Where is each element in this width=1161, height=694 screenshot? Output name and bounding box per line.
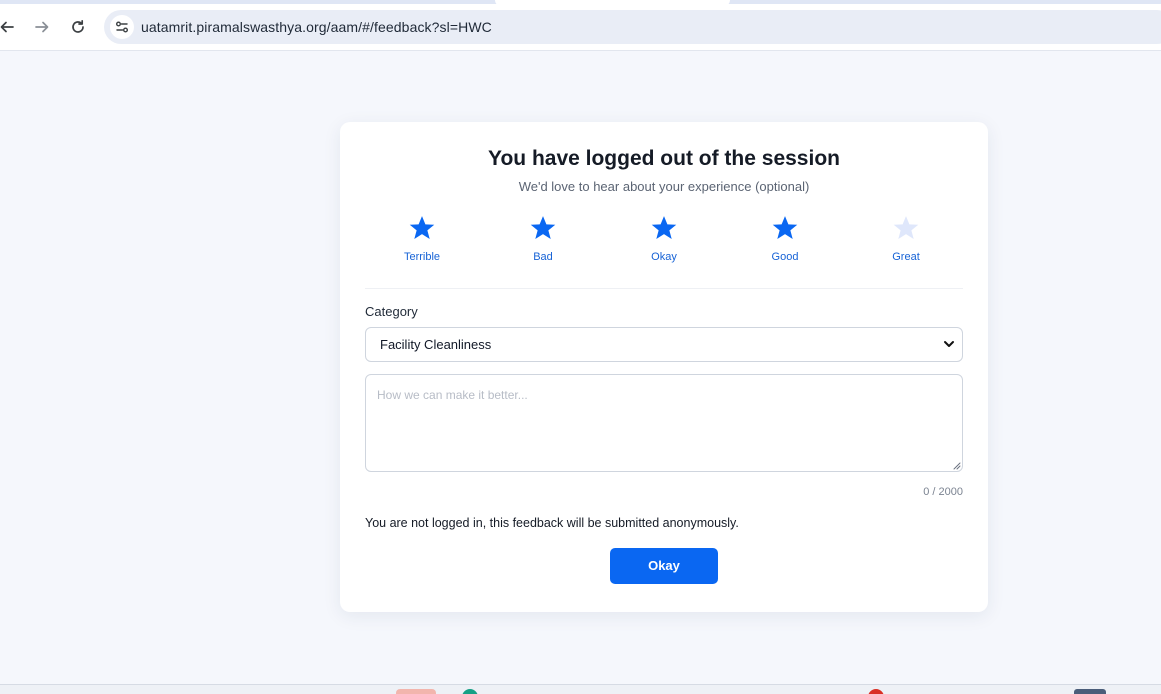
rating-option-okay[interactable]: Okay: [624, 214, 704, 272]
category-label: Category: [365, 304, 418, 319]
star-icon: [772, 216, 798, 239]
rating-option-terrible[interactable]: Terrible: [382, 214, 462, 272]
anonymous-note: You are not logged in, this feedback wil…: [365, 516, 739, 530]
arrow-left-icon: [0, 21, 14, 33]
url-text[interactable]: uatamrit.piramalswasthya.org/aam/#/feedb…: [141, 19, 492, 35]
star-icon: [530, 216, 556, 239]
rating-label: Okay: [651, 251, 677, 263]
chevron-down-icon: [944, 341, 954, 347]
browser-toolbar: uatamrit.piramalswasthya.org/aam/#/feedb…: [0, 4, 1161, 51]
star-icon: [409, 216, 435, 239]
resize-handle-icon[interactable]: [951, 460, 961, 470]
rating-option-great[interactable]: Great: [866, 214, 946, 272]
page-subtitle: We'd love to hear about your experience …: [518, 179, 810, 194]
feedback-textarea[interactable]: How we can make it better...: [365, 374, 963, 472]
category-selected-value: Facility Cleanliness: [380, 337, 492, 352]
forward-button[interactable]: [29, 14, 55, 40]
star-icon: [893, 216, 919, 239]
taskbar-app-icon[interactable]: [396, 689, 436, 694]
page-title: You have logged out of the session: [488, 147, 840, 170]
rating-label: Good: [771, 251, 799, 263]
back-button[interactable]: [0, 14, 20, 40]
taskbar-app-icon[interactable]: [1074, 689, 1106, 694]
rating-option-bad[interactable]: Bad: [503, 214, 583, 272]
reload-button[interactable]: [65, 14, 91, 40]
feedback-card: You have logged out of the session We'd …: [340, 122, 988, 612]
address-bar[interactable]: uatamrit.piramalswasthya.org/aam/#/feedb…: [104, 10, 1161, 44]
star-rating: Terrible Bad Okay Good Great: [362, 214, 966, 272]
category-select[interactable]: Facility Cleanliness: [365, 327, 963, 362]
site-info-button[interactable]: [110, 15, 134, 39]
rating-label: Terrible: [403, 251, 441, 263]
reload-icon: [72, 19, 84, 33]
rating-option-good[interactable]: Good: [745, 214, 825, 272]
divider: [365, 288, 963, 289]
rating-label: Bad: [533, 251, 553, 263]
feedback-placeholder: How we can make it better...: [377, 388, 528, 402]
char-count: 0 / 2000: [923, 486, 963, 498]
star-icon: [651, 216, 677, 239]
okay-button[interactable]: Okay: [610, 548, 718, 584]
taskbar: [0, 684, 1161, 694]
taskbar-app-icon[interactable]: [868, 689, 884, 694]
taskbar-app-icon[interactable]: [462, 689, 478, 694]
rating-label: Great: [892, 251, 920, 263]
site-settings-icon: [116, 21, 128, 33]
arrow-right-icon: [35, 21, 49, 33]
